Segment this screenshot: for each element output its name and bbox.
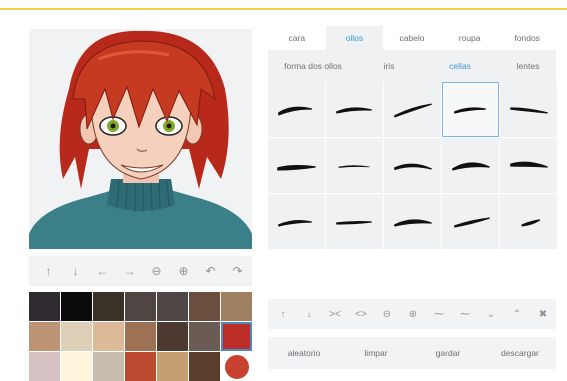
eyebrow-shape-icon [335,106,372,114]
eyebrow-option[interactable] [500,194,557,249]
eyebrow-shape-icon [393,218,432,226]
avatar-rotate-left-button[interactable]: ↶ [197,256,224,286]
eyebrow-option[interactable] [500,138,557,193]
eyebrow-shape-icon [393,163,432,170]
color-swatch[interactable] [125,292,156,321]
eyebrow-option[interactable] [442,138,499,193]
eyebrow-option[interactable] [384,82,441,137]
subtab-iris[interactable]: iris [358,50,420,82]
color-swatch[interactable] [29,292,60,321]
eyebrow-shape-icon [335,220,372,225]
color-swatch[interactable] [61,322,92,351]
feature-shrink-button[interactable]: ⊖ [374,299,400,329]
feature-tilt-1-button[interactable]: ⁓ [426,299,452,329]
eyebrow-option[interactable] [442,82,499,137]
color-swatch[interactable] [29,322,60,351]
avatar-zoom-in-button[interactable]: ⊕ [170,256,197,286]
color-swatch[interactable] [125,352,156,381]
color-swatch[interactable] [221,292,252,321]
color-swatch[interactable] [157,292,188,321]
feature-arch-up-button[interactable]: ⌃ [504,299,530,329]
subtab-lentes[interactable]: lentes [500,50,556,82]
color-swatch[interactable] [93,352,124,381]
eyebrow-shape-icon [451,161,490,170]
action-bar: aleatorio limpar gardar descargar [268,337,556,369]
eyebrow-option[interactable] [326,138,383,193]
download-button[interactable]: descargar [484,337,556,369]
eyebrow-option[interactable] [268,82,325,137]
subtab-forma-dos-ollos[interactable]: forma dos ollos [268,50,358,82]
clear-button[interactable]: limpar [340,337,412,369]
eyebrow-shape-icon [393,103,432,117]
color-palette [29,292,252,381]
feature-move-down-button[interactable]: ↓ [296,299,322,329]
color-swatch[interactable] [157,352,188,381]
eyebrow-option[interactable] [326,82,383,137]
color-swatch[interactable] [125,322,156,351]
eyebrow-option[interactable] [268,194,325,249]
eyebrow-shape-icon [276,164,316,170]
feature-tilt-2-button[interactable]: ⁓ [452,299,478,329]
color-swatch[interactable] [29,352,60,381]
tab-roupa[interactable]: roupa [441,26,499,50]
eyebrow-shape-icon [337,164,370,168]
color-swatch[interactable] [61,292,92,321]
eyebrow-option[interactable] [384,194,441,249]
feature-adjust-toolbar: ↑ ↓ >< <> ⊖ ⊕ ⁓ ⁓ ⌄ ⌃ ✖ [268,299,556,329]
avatar-move-down-button[interactable]: ↓ [62,256,89,286]
eyebrow-shape-icon [521,218,540,226]
eye-subtabs: forma dos ollos iris cellas lentes [268,50,556,82]
category-tabs: cara ollos cabelo roupa fondos [268,26,556,50]
eyebrow-shape-icon [277,106,312,115]
avatar-move-toolbar: ↑ ↓ ← → ⊖ ⊕ ↶ ↷ [29,256,252,286]
avatar-preview [29,29,252,249]
eyebrow-option[interactable] [500,82,557,137]
eyebrow-shape-icon [509,106,548,114]
eyebrow-option[interactable] [326,194,383,249]
color-swatch[interactable] [93,292,124,321]
eyebrow-option[interactable] [384,138,441,193]
eyebrow-option[interactable] [442,194,499,249]
eyebrow-shape-icon [453,106,486,114]
tab-fondos[interactable]: fondos [498,26,556,50]
avatar-move-up-button[interactable]: ↑ [35,256,62,286]
feature-move-closer-button[interactable]: >< [322,299,348,329]
top-accent-line [0,8,567,10]
feature-move-apart-button[interactable]: <> [348,299,374,329]
color-swatch[interactable] [189,292,220,321]
color-swatch[interactable] [189,322,220,351]
avatar-move-left-button[interactable]: ← [89,256,116,286]
tab-ollos[interactable]: ollos [325,26,384,50]
eyebrow-option[interactable] [268,138,325,193]
tab-cara[interactable]: cara [268,26,326,50]
color-swatch[interactable] [189,352,220,381]
tab-cabelo[interactable]: cabelo [383,26,441,50]
eyebrow-shape-icon [277,219,312,226]
avatar-zoom-out-button[interactable]: ⊖ [143,256,170,286]
feature-grow-button[interactable]: ⊕ [400,299,426,329]
color-swatch[interactable] [93,322,124,351]
subtab-cellas[interactable]: cellas [420,50,500,82]
eyebrow-shape-icon [453,217,490,227]
eyebrow-shape-icon [509,161,548,168]
color-swatch[interactable] [61,352,92,381]
color-swatch[interactable] [221,352,252,381]
color-swatch[interactable] [157,322,188,351]
avatar-move-right-button[interactable]: → [116,256,143,286]
avatar-rotate-right-button[interactable]: ↷ [224,256,251,286]
eyebrow-options-grid [268,82,557,249]
feature-move-up-button[interactable]: ↑ [270,299,296,329]
color-swatch[interactable] [221,322,252,351]
feature-arch-down-button[interactable]: ⌄ [478,299,504,329]
feature-remove-button[interactable]: ✖ [530,299,556,329]
random-button[interactable]: aleatorio [268,337,340,369]
current-color-dot [224,354,249,379]
save-button[interactable]: gardar [412,337,484,369]
